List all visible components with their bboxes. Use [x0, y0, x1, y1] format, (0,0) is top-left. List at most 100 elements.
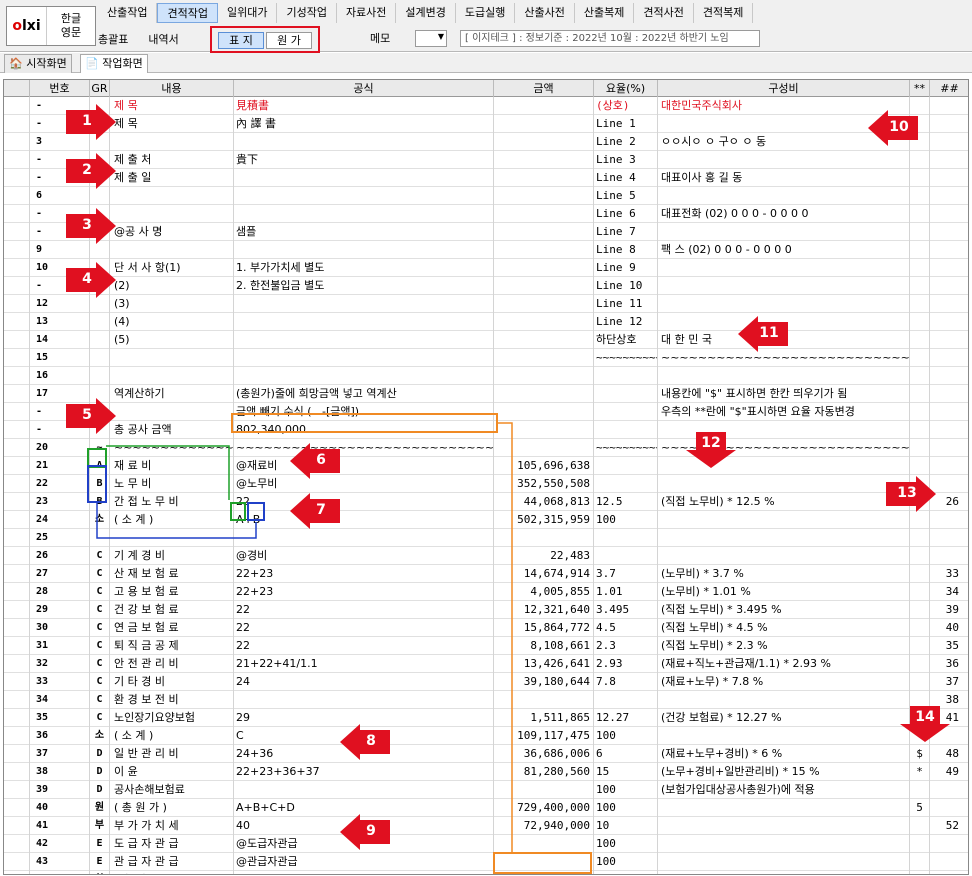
cell-s[interactable]: [910, 439, 930, 457]
cell-gr[interactable]: [90, 367, 110, 385]
cell-item[interactable]: 기 계 경 비: [110, 547, 234, 565]
cell-no[interactable]: 32: [30, 655, 90, 673]
cell-comp[interactable]: [658, 151, 910, 169]
cell-formula[interactable]: 22: [234, 637, 494, 655]
cell-item[interactable]: ( 소 계 ): [110, 511, 234, 529]
cell-h[interactable]: [930, 457, 968, 475]
cell-item[interactable]: [110, 367, 234, 385]
cell-s[interactable]: [910, 385, 930, 403]
cell-gr[interactable]: ~: [90, 439, 110, 457]
cell-item[interactable]: 건 강 보 험 료: [110, 601, 234, 619]
cell-formula[interactable]: [234, 295, 494, 313]
cell-amount[interactable]: 15,864,772: [494, 619, 594, 637]
cell-comp[interactable]: (재료+노무+경비) * 6 %: [658, 745, 910, 763]
cell-rate[interactable]: [594, 475, 658, 493]
cell-comp[interactable]: [658, 223, 910, 241]
cell-comp[interactable]: (직접 노무비) * 3.495 %: [658, 601, 910, 619]
cell-item[interactable]: (4): [110, 313, 234, 331]
cell-gr[interactable]: [90, 187, 110, 205]
cell-gr[interactable]: C: [90, 691, 110, 709]
cell-item[interactable]: [110, 187, 234, 205]
row-selector[interactable]: [4, 223, 30, 241]
cell-item[interactable]: 산 재 보 험 료: [110, 565, 234, 583]
cell-item[interactable]: 제 목: [110, 97, 234, 115]
cell-comp[interactable]: (노무비) * 1.01 %: [658, 583, 910, 601]
cell-h[interactable]: [930, 151, 968, 169]
cell-s[interactable]: [910, 169, 930, 187]
cell-s[interactable]: [910, 457, 930, 475]
tab-work[interactable]: 📄 작업화면: [80, 54, 148, 73]
cell-item[interactable]: ( 소 계 ): [110, 727, 234, 745]
cell-s[interactable]: [910, 223, 930, 241]
cell-h[interactable]: [930, 277, 968, 295]
cell-rate[interactable]: 7.8: [594, 673, 658, 691]
cell-rate[interactable]: 100: [594, 853, 658, 871]
estimate-grid[interactable]: 번호 GR 내용 공식 금액 요율(%) 구성비 ** ## -제 목 見積書 (상호) 대한민국주식…: [3, 79, 969, 875]
cell-comp[interactable]: (노무+경비+일반관리비) * 15 %: [658, 763, 910, 781]
table-row[interactable]: 42 E 도 급 자 관 급 @도급자관급 100: [4, 835, 968, 853]
cell-h[interactable]: 34: [930, 583, 968, 601]
cell-formula[interactable]: [234, 331, 494, 349]
cell-rate[interactable]: 12.27: [594, 709, 658, 727]
cell-no[interactable]: 40: [30, 799, 90, 817]
lang-english[interactable]: 영문: [47, 26, 95, 40]
cell-amount[interactable]: [494, 385, 594, 403]
cell-formula[interactable]: 22+23+36+37: [234, 763, 494, 781]
table-row[interactable]: 14 (5) 하단상호 대 한 민 국: [4, 331, 968, 349]
cell-item[interactable]: 노인장기요양보험: [110, 709, 234, 727]
table-row[interactable]: 40 원( 총 원 가 ) A+B+C+D 729,400,000 100 5: [4, 799, 968, 817]
cell-amount[interactable]: 502,315,959: [494, 511, 594, 529]
table-row[interactable]: 9 Line 8팩 스 (02) 0 0 0 - 0 0 0 0: [4, 241, 968, 259]
cell-comp[interactable]: (건강 보험료) * 12.27 %: [658, 709, 910, 727]
row-selector[interactable]: [4, 367, 30, 385]
table-row[interactable]: 31 C 퇴 직 금 공 제 22 8,108,661 2.3 (직접 노무비) * 2.3…: [4, 637, 968, 655]
cell-formula[interactable]: [234, 187, 494, 205]
cell-gr[interactable]: C: [90, 565, 110, 583]
row-selector[interactable]: [4, 727, 30, 745]
cell-formula[interactable]: @노무비: [234, 475, 494, 493]
cell-amount[interactable]: 105,696,638: [494, 457, 594, 475]
cell-no[interactable]: 41: [30, 817, 90, 835]
cell-item[interactable]: 재 료 비: [110, 457, 234, 475]
row-selector[interactable]: [4, 385, 30, 403]
cell-gr[interactable]: B: [90, 493, 110, 511]
cell-item[interactable]: 도 급 자 관 급: [110, 835, 234, 853]
cell-amount[interactable]: 109,117,475: [494, 727, 594, 745]
cell-item[interactable]: 일 반 관 리 비: [110, 745, 234, 763]
cell-s[interactable]: [910, 583, 930, 601]
table-row[interactable]: 39 D 공사손해보험료 100 (보험가입대상공사총원가)에 적용: [4, 781, 968, 799]
cell-no[interactable]: 37: [30, 745, 90, 763]
cell-amount[interactable]: [494, 529, 594, 547]
row-selector[interactable]: [4, 799, 30, 817]
cell-amount[interactable]: [494, 331, 594, 349]
cell-h[interactable]: 49: [930, 763, 968, 781]
cell-comp[interactable]: [658, 187, 910, 205]
cell-gr[interactable]: D: [90, 781, 110, 799]
table-row[interactable]: 22 B 노 무 비 @노무비 352,550,508: [4, 475, 968, 493]
cell-item[interactable]: 공사손해보험료: [110, 781, 234, 799]
cell-formula[interactable]: 1. 부가가치세 별도: [234, 259, 494, 277]
cell-amount[interactable]: 36,686,006: [494, 745, 594, 763]
cell-comp[interactable]: (재료+직노+관급재/1.1) * 2.93 %: [658, 655, 910, 673]
table-row[interactable]: 27 C 산 재 보 험 료 22+23 14,674,914 3.7 (노무비) * 3.…: [4, 565, 968, 583]
menu-item-4[interactable]: 자료사전: [337, 3, 397, 23]
cell-gr[interactable]: 소: [90, 727, 110, 745]
header-cell[interactable]: 금액: [494, 80, 594, 97]
cell-comp[interactable]: (재료+노무) * 7.8 %: [658, 673, 910, 691]
cell-h[interactable]: 35: [930, 637, 968, 655]
cell-rate[interactable]: ~~~~~~~~~~: [594, 439, 658, 457]
cell-amount[interactable]: [494, 835, 594, 853]
cell-comp[interactable]: [658, 511, 910, 529]
cell-s[interactable]: *: [910, 763, 930, 781]
header-cell[interactable]: 요율(%): [594, 80, 658, 97]
cell-formula[interactable]: 貴下: [234, 151, 494, 169]
row-selector[interactable]: [4, 601, 30, 619]
cell-h[interactable]: [930, 187, 968, 205]
cell-item[interactable]: 제 출 일: [110, 169, 234, 187]
cell-rate[interactable]: [594, 547, 658, 565]
row-selector[interactable]: [4, 115, 30, 133]
table-row[interactable]: 24 소( 소 계 ) A+B 502,315,959 100: [4, 511, 968, 529]
cell-h[interactable]: [930, 871, 968, 874]
cell-formula[interactable]: [234, 205, 494, 223]
cell-comp[interactable]: 대표전화 (02) 0 0 0 - 0 0 0 0: [658, 205, 910, 223]
